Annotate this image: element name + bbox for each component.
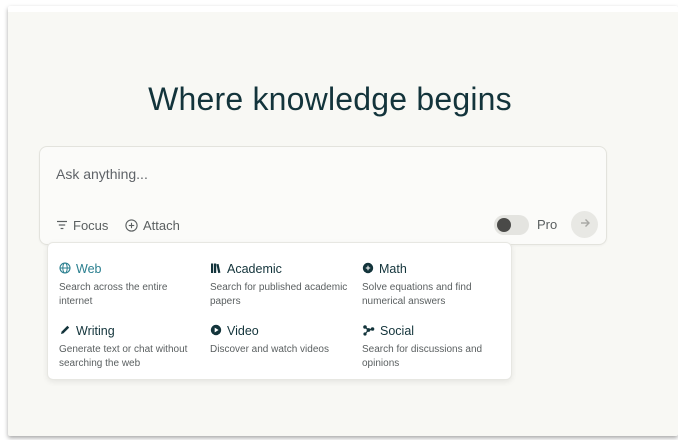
focus-option-label: Web [76, 262, 102, 276]
focus-option-social[interactable]: Social Search for discussions and opinio… [362, 323, 507, 371]
pen-icon [59, 324, 71, 339]
focus-option-description: Discover and watch videos [210, 344, 329, 355]
pro-label: Pro [537, 217, 558, 232]
attach-plus-icon [125, 218, 138, 232]
focus-option-math[interactable]: Math Solve equations and find numerical … [362, 261, 507, 309]
focus-option-description: Search across the entire internet [59, 282, 168, 307]
focus-option-description: Solve equations and find numerical answe… [362, 282, 472, 307]
focus-option-label: Social [380, 324, 415, 338]
focus-button[interactable]: Focus [56, 216, 108, 234]
social-network-icon [362, 324, 375, 339]
search-input[interactable] [54, 161, 558, 187]
focus-option-label: Writing [76, 324, 115, 338]
globe-icon [59, 261, 71, 277]
focus-option-writing[interactable]: Writing Generate text or chat without se… [59, 323, 204, 371]
focus-option-label: Academic [227, 262, 282, 276]
app-frame: Where knowledge begins Focus Att [8, 6, 678, 436]
focus-option-video[interactable]: Video Discover and watch videos [210, 323, 355, 357]
books-icon [210, 262, 222, 277]
top-strip [8, 6, 678, 12]
focus-option-description: Search for discussions and opinions [362, 344, 483, 369]
arrow-right-icon [579, 216, 591, 234]
focus-menu: Web Search across the entire internet Ac… [47, 242, 512, 380]
focus-option-description: Search for published academic papers [210, 282, 348, 307]
pro-toggle[interactable] [494, 215, 529, 235]
focus-label: Focus [73, 217, 109, 233]
attach-button[interactable]: Attach [125, 216, 180, 234]
math-icon [362, 262, 374, 277]
search-box[interactable]: Focus Attach Pro [39, 146, 607, 245]
pro-toggle-knob [497, 218, 511, 232]
submit-button[interactable] [571, 211, 598, 238]
filter-icon [56, 220, 68, 230]
focus-option-academic[interactable]: Academic Search for published academic p… [210, 261, 355, 309]
focus-option-web[interactable]: Web Search across the entire internet [59, 261, 204, 309]
focus-option-label: Math [379, 262, 407, 276]
focus-option-description: Generate text or chat without searching … [59, 344, 188, 369]
attach-label: Attach [143, 217, 180, 233]
play-icon [210, 324, 222, 339]
page-title: Where knowledge begins [148, 81, 512, 117]
focus-option-label: Video [227, 324, 259, 338]
